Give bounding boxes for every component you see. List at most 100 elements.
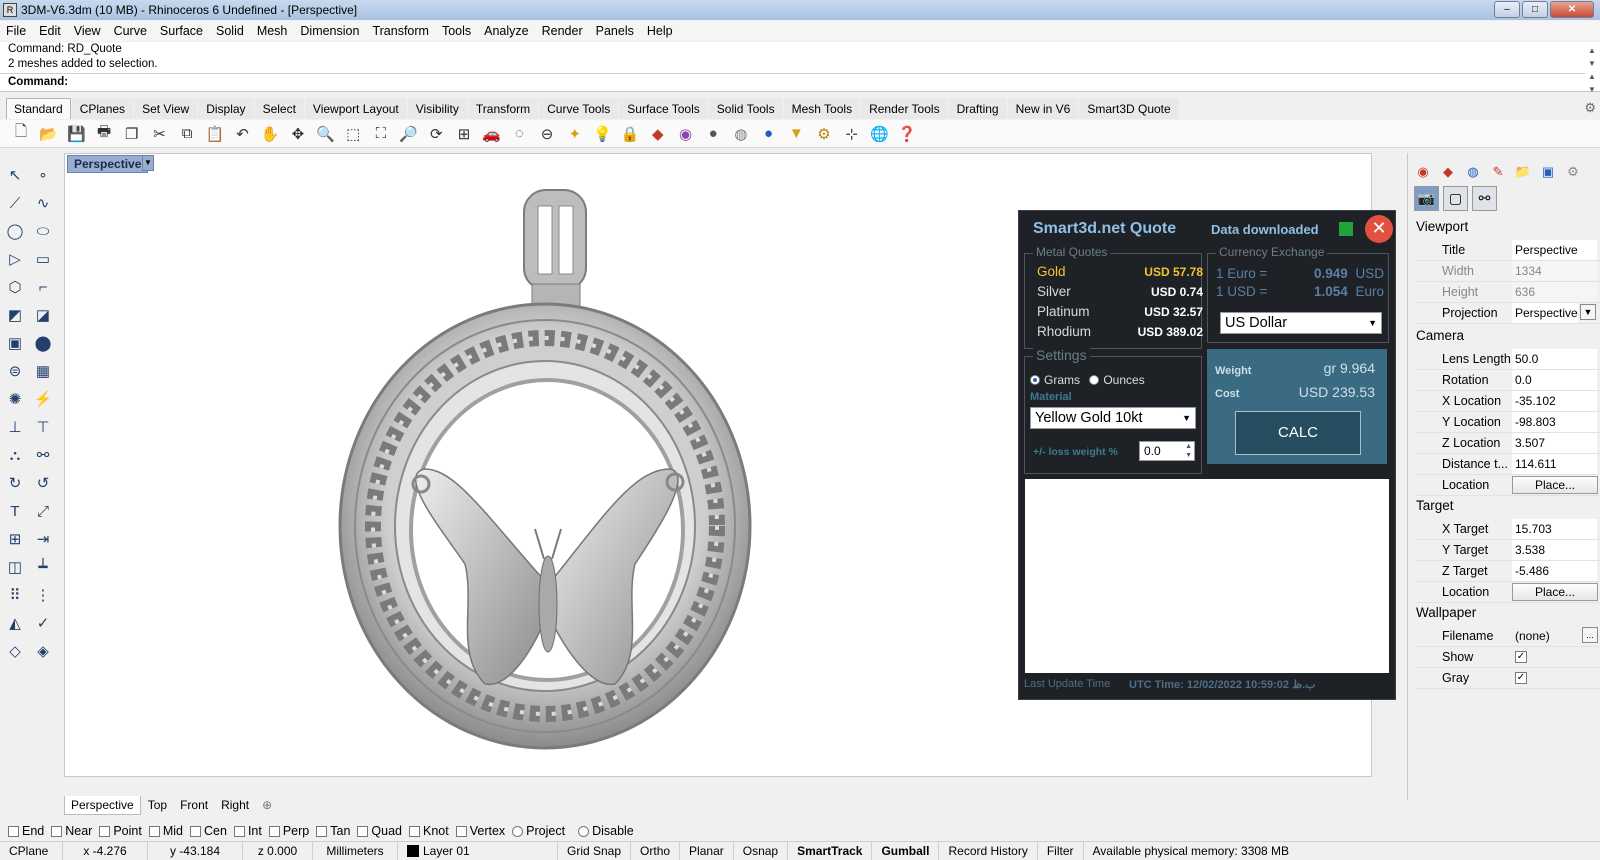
trim-icon[interactable]: ⊤ xyxy=(32,416,54,438)
help-icon[interactable]: ❓ xyxy=(896,123,918,145)
grid-snap-toggle[interactable]: Grid Snap xyxy=(558,841,632,860)
cplane-status[interactable]: CPlane xyxy=(0,841,63,860)
render-icon[interactable]: ◇ xyxy=(4,640,26,662)
link-icon[interactable]: ⚯ xyxy=(1472,186,1497,211)
array-icon[interactable]: ⊞ xyxy=(4,528,26,550)
osnap-checkbox[interactable] xyxy=(8,825,19,837)
menu-edit[interactable]: Edit xyxy=(39,24,61,38)
osnap-perp[interactable]: Perp xyxy=(268,824,309,838)
zoom-window-icon[interactable]: ⬚ xyxy=(342,123,364,145)
rectangle-icon[interactable]: ▭ xyxy=(32,248,54,270)
menu-panels[interactable]: Panels xyxy=(596,24,634,38)
osnap-checkbox[interactable] xyxy=(409,825,420,837)
osnap-vertex[interactable]: Vertex xyxy=(455,824,505,838)
maximize-button[interactable]: □ xyxy=(1522,1,1548,18)
car-icon[interactable]: 🚗 xyxy=(481,123,503,145)
tab-render-tools[interactable]: Render Tools xyxy=(861,98,948,119)
osnap-checkbox[interactable] xyxy=(578,825,590,837)
new-icon[interactable]: 🗋 xyxy=(10,123,32,145)
osnap-checkbox[interactable] xyxy=(99,825,111,837)
minimize-button[interactable]: – xyxy=(1494,1,1520,18)
shade-icon[interactable]: ● xyxy=(702,123,724,145)
gear-options-icon[interactable]: ⚙ xyxy=(813,123,835,145)
brush-icon[interactable]: ✎ xyxy=(1489,163,1507,181)
print-icon[interactable]: 🖶 xyxy=(93,123,115,145)
viewport-frame-icon[interactable]: ▢ xyxy=(1443,186,1468,211)
zoom-icon[interactable]: 🔍 xyxy=(315,123,337,145)
layer-status[interactable]: Layer 01 xyxy=(398,841,558,860)
osnap-cen[interactable]: Cen xyxy=(190,824,227,838)
projection-select[interactable]: Perspective xyxy=(1512,303,1578,323)
rotate3d-icon[interactable]: ↻ xyxy=(4,472,26,494)
ellipse-icon[interactable]: ⬭ xyxy=(32,220,54,242)
mesh-icon[interactable]: ▦ xyxy=(32,360,54,382)
osnap-end[interactable]: End xyxy=(8,824,44,838)
show-icon[interactable]: ⊖ xyxy=(536,123,558,145)
z-target-field[interactable]: -5.486 xyxy=(1512,561,1597,581)
polyline-icon[interactable]: ⟋ xyxy=(4,192,26,214)
render-icon[interactable]: ◍ xyxy=(1464,163,1482,181)
gumball-icon[interactable]: ⊹ xyxy=(841,123,863,145)
render-sphere-icon[interactable]: ◍ xyxy=(730,123,752,145)
planar-toggle[interactable]: Planar xyxy=(680,841,734,860)
gray-checkbox[interactable]: ✓ xyxy=(1515,672,1527,684)
x-target-field[interactable]: 15.703 xyxy=(1512,519,1597,539)
osnap-checkbox[interactable] xyxy=(268,825,280,837)
menu-file[interactable]: File xyxy=(6,24,26,38)
split-icon[interactable]: ⊥ xyxy=(4,416,26,438)
join-icon[interactable]: ⚯ xyxy=(32,444,54,466)
viewport-title[interactable]: Perspective xyxy=(67,155,149,173)
y-target-field[interactable]: 3.538 xyxy=(1512,540,1597,560)
osnap-checkbox[interactable] xyxy=(148,825,160,837)
menu-mesh[interactable]: Mesh xyxy=(257,24,288,38)
osnap-knot[interactable]: Knot xyxy=(409,824,449,838)
color-wheel-icon[interactable]: ◉ xyxy=(1414,163,1432,181)
tab-set-view[interactable]: Set View xyxy=(134,98,198,119)
rotate-icon[interactable]: ⟳ xyxy=(425,123,447,145)
pendant-model[interactable] xyxy=(335,184,765,759)
tab-right[interactable]: Right xyxy=(215,796,255,814)
loss-weight-stepper[interactable]: 0.0 ▲ ▼ xyxy=(1139,441,1195,461)
browse-button[interactable]: ... xyxy=(1582,627,1598,643)
filter-icon[interactable]: ▼ xyxy=(785,123,807,145)
undo-icon[interactable]: ↶ xyxy=(232,123,254,145)
tab-visibility[interactable]: Visibility xyxy=(407,98,467,119)
material-sphere-icon[interactable]: ● xyxy=(758,123,780,145)
show-checkbox[interactable]: ✓ xyxy=(1515,651,1527,663)
osnap-tan[interactable]: Tan xyxy=(316,824,350,838)
tab-select[interactable]: Select xyxy=(254,98,304,119)
ounces-radio[interactable] xyxy=(1089,375,1100,385)
ruler-icon[interactable]: ┷ xyxy=(32,556,54,578)
tab-smart3d-quote[interactable]: Smart3D Quote xyxy=(1079,98,1179,119)
chevron-down-icon[interactable]: ▼ xyxy=(1580,304,1596,320)
filter-toggle[interactable]: Filter xyxy=(1038,841,1084,860)
osnap-int[interactable]: Int xyxy=(233,824,262,838)
text-icon[interactable]: T xyxy=(4,500,26,522)
ortho-toggle[interactable]: Ortho xyxy=(631,841,681,860)
units-status[interactable]: Millimeters xyxy=(313,841,398,860)
menu-render[interactable]: Render xyxy=(542,24,583,38)
group-icon[interactable]: ⛬ xyxy=(4,444,26,466)
tab-perspective[interactable]: Perspective xyxy=(64,795,141,815)
block-icon[interactable]: ◫ xyxy=(4,556,26,578)
open-icon[interactable]: 📂 xyxy=(38,123,60,145)
tab-top[interactable]: Top xyxy=(142,796,173,814)
tab-standard[interactable]: Standard xyxy=(6,98,71,119)
menu-solid[interactable]: Solid xyxy=(216,24,244,38)
menu-view[interactable]: View xyxy=(74,24,101,38)
menu-surface[interactable]: Surface xyxy=(160,24,203,38)
osnap-disable[interactable]: Disable xyxy=(578,824,634,838)
curve-icon[interactable]: ∿ xyxy=(32,192,54,214)
tab-new-in-v6[interactable]: New in V6 xyxy=(1007,98,1079,119)
osnap-mid[interactable]: Mid xyxy=(148,824,183,838)
osnap-checkbox[interactable] xyxy=(357,825,369,837)
osnap-checkbox[interactable] xyxy=(233,825,245,837)
rotation-field[interactable]: 0.0 xyxy=(1512,370,1597,390)
boolean-icon[interactable]: ⬤ xyxy=(32,332,54,354)
globe-icon[interactable]: 🌐 xyxy=(868,123,890,145)
tab-curve-tools[interactable]: Curve Tools xyxy=(539,98,619,119)
y-location-field[interactable]: -98.803 xyxy=(1512,412,1597,432)
zoom-extents-icon[interactable]: ⛶ xyxy=(370,123,392,145)
osnap-checkbox[interactable] xyxy=(190,825,201,837)
rotate-curve-icon[interactable]: ↺ xyxy=(32,472,54,494)
